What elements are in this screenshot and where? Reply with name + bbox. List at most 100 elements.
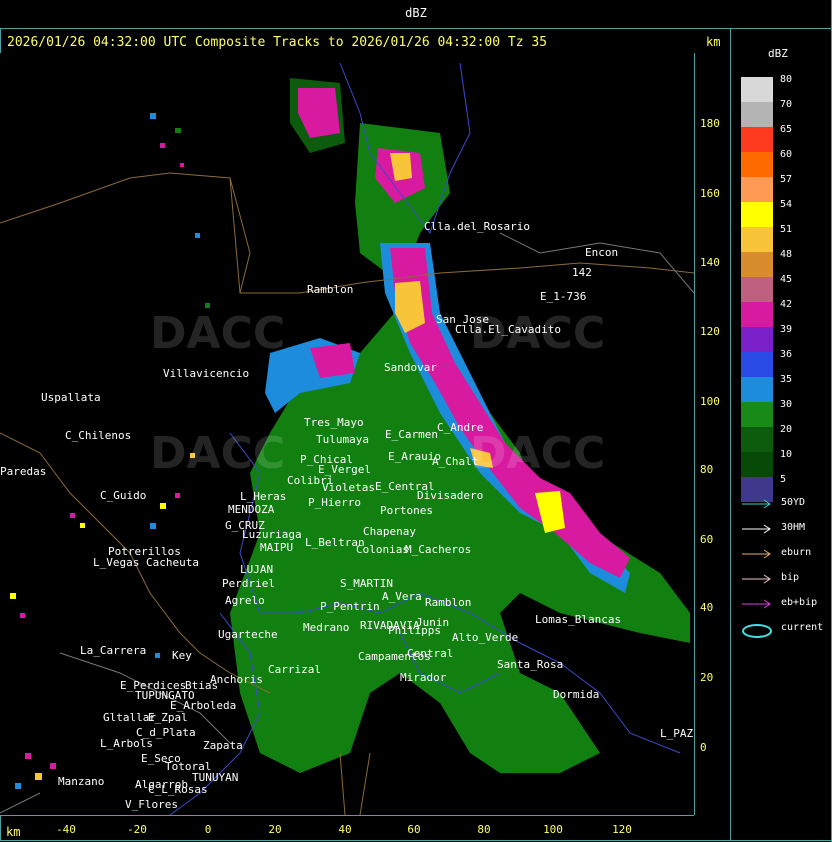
place-label: Zapata <box>203 739 243 752</box>
y-tick-label: 80 <box>700 463 714 476</box>
place-label: Tres_Mayo <box>304 416 364 429</box>
place-label: A_Chalt <box>432 455 479 468</box>
place-label: Portones <box>380 504 433 517</box>
ellipse-icon <box>742 624 772 638</box>
place-label: Manzano <box>58 775 105 788</box>
frame-top-line <box>0 28 832 29</box>
x-tick-label: 100 <box>543 823 563 836</box>
place-label: Agrelo <box>225 594 265 607</box>
place-label: Alto_Verde <box>452 631 519 644</box>
place-label: Sandovar <box>384 361 437 374</box>
place-label: L_PAZ <box>660 727 694 740</box>
legend-swatch <box>741 452 773 477</box>
place-label: Lomas_Blancas <box>535 613 622 626</box>
place-label: Medrano <box>303 621 350 634</box>
place-label: Uspallata <box>41 391 101 404</box>
place-label: 142 <box>572 266 592 279</box>
legend-label: 10 <box>780 449 793 460</box>
place-label: Clla.El_Cavadito <box>455 323 561 336</box>
legend-swatch <box>741 227 773 252</box>
place-label: Dormida <box>553 688 600 701</box>
place-label: C_Guido <box>100 489 147 502</box>
track-label: eburn <box>781 547 812 558</box>
place-label: C_Andre <box>437 421 484 434</box>
place-label: Central <box>407 647 454 660</box>
y-tick-label: 120 <box>700 325 720 338</box>
arrow-icon <box>742 499 771 509</box>
legend-swatch <box>741 102 773 127</box>
place-label: Key <box>172 649 192 662</box>
track-label: current <box>781 622 824 633</box>
legend-label: 45 <box>780 274 793 285</box>
place-label: Violetas <box>322 481 375 494</box>
x-tick-label: -20 <box>127 823 147 836</box>
legend-label: 51 <box>780 224 793 235</box>
legend-swatch <box>741 252 773 277</box>
place-label: P_Pentrin <box>320 600 380 613</box>
watermark-dacc-1: DACC <box>150 308 286 359</box>
legend-label: 57 <box>780 174 793 185</box>
watermark-dacc-4: DACC <box>150 428 286 479</box>
legend-label: 65 <box>780 124 793 135</box>
place-label: P_Hierro <box>308 496 361 509</box>
x-tick-label: 20 <box>268 823 282 836</box>
legend-swatch <box>741 302 773 327</box>
legend-swatch <box>741 177 773 202</box>
place-label: LUJAN <box>240 563 274 576</box>
map-right-line <box>694 53 695 815</box>
place-label: Ramblon <box>307 283 354 296</box>
legend-label: 54 <box>780 199 793 210</box>
legend-swatch <box>741 352 773 377</box>
place-label: A_Vera <box>382 590 422 603</box>
place-label: Ugarteche <box>218 628 278 641</box>
legend-label: 39 <box>780 324 793 335</box>
legend-swatch <box>741 277 773 302</box>
place-label: Paredas <box>0 465 47 478</box>
top-title: dBZ <box>405 6 427 20</box>
y-tick-label: 160 <box>700 187 720 200</box>
place-label: Mirador <box>400 671 447 684</box>
x-tick-label: -40 <box>56 823 76 836</box>
y-tick-label: 40 <box>700 601 714 614</box>
frame-divider-line <box>730 28 731 840</box>
x-tick-label: 120 <box>612 823 632 836</box>
place-label: Colonias <box>356 543 409 556</box>
radar-map[interactable]: DACC DACC DACC DACC Clla.del_Rosario Enco… <box>0 53 694 815</box>
legend-swatch <box>741 202 773 227</box>
place-label: La_Carrera <box>80 644 147 657</box>
x-tick-label: 40 <box>338 823 352 836</box>
watermark-dacc-3: DACC <box>470 428 606 479</box>
place-label: Chapenay <box>363 525 416 538</box>
place-label: E_Carmen <box>385 428 438 441</box>
place-label: MENDOZA <box>228 503 275 516</box>
legend-label: 48 <box>780 249 793 260</box>
place-label: E_Zpal <box>148 711 188 724</box>
place-label: Tulumaya <box>316 433 369 446</box>
y-tick-label: 180 <box>700 117 720 130</box>
place-label: Perdriel <box>222 577 275 590</box>
place-label: L_Heras <box>240 490 287 503</box>
frame-bottom-line <box>0 840 832 841</box>
legend-label: 80 <box>780 74 793 85</box>
x-tick-label: 60 <box>407 823 421 836</box>
legend-label: 30 <box>780 399 793 410</box>
arrow-icon <box>742 549 771 559</box>
place-label: E_1-736 <box>540 290 587 303</box>
map-bottom-line <box>0 815 694 816</box>
header-timestamp: 2026/01/26 04:32:00 UTC Composite Tracks… <box>7 35 548 50</box>
place-label: Totoral <box>165 760 212 773</box>
legend-label: 5 <box>780 474 787 485</box>
legend-title: dBZ <box>768 47 788 60</box>
x-tick-label: 0 <box>204 823 212 836</box>
km-unit-top: km <box>706 35 721 49</box>
track-label: eb+bip <box>781 597 818 608</box>
place-label: Ramblon <box>425 596 472 609</box>
legend-label: 20 <box>780 424 793 435</box>
place-label: Divisadero <box>417 489 484 502</box>
place-label: L_Vegas <box>93 556 140 569</box>
place-label: Junin <box>416 616 450 629</box>
legend-label: 42 <box>780 299 793 310</box>
y-tick-label: 60 <box>700 533 714 546</box>
y-tick-label: 20 <box>700 671 714 684</box>
legend-swatch <box>741 152 773 177</box>
